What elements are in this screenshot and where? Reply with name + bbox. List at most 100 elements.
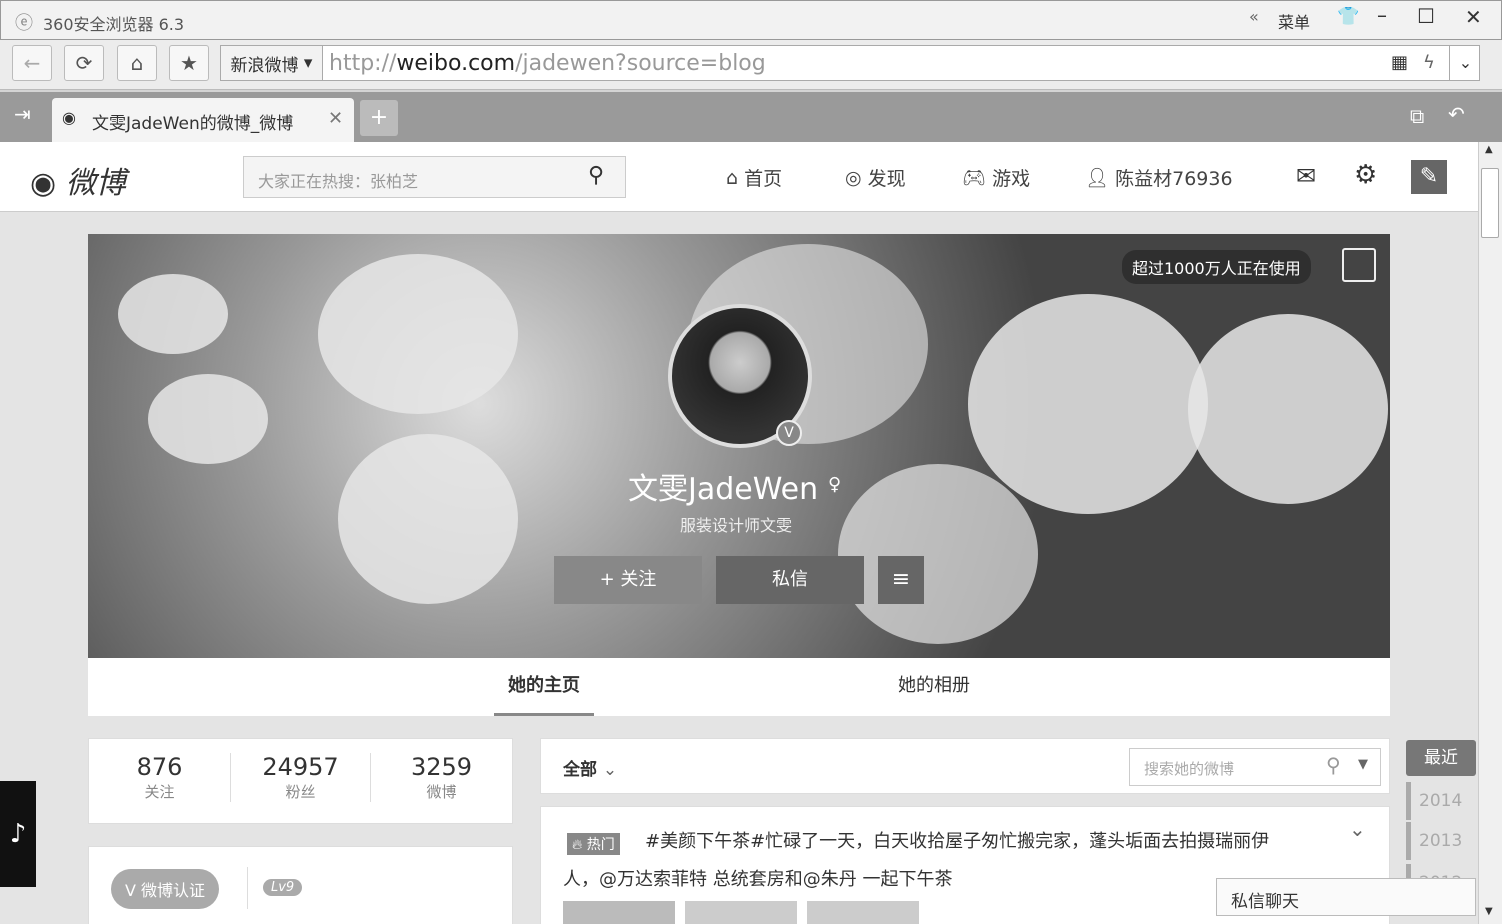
url-prefix: http:// [329,50,397,76]
nav-label: 陈益材76936 [1115,168,1233,190]
url-text[interactable]: http://weibo.com/jadewen?source=blog [329,51,766,76]
window-title: 360安全浏览器 6.3 [43,15,185,34]
follow-button[interactable]: + 关注 [554,556,702,604]
stat-label: 关注 [144,783,175,801]
profile-tabs: 她的主页 她的相册 [88,658,1390,716]
tab-album[interactable]: 她的相册 [884,658,984,716]
search-engine-select[interactable]: 新浪微博 ▾ [221,46,323,80]
compose-icon[interactable]: ✎ [1411,160,1447,194]
home-button[interactable]: ⌂ [117,45,157,81]
favorite-button[interactable]: ★ [169,45,209,81]
home-icon: ⌂ [726,166,739,189]
menu-button[interactable]: 菜单 [1278,9,1310,33]
timeline-year[interactable]: 2014 [1406,782,1476,820]
nav-label: 游戏 [992,168,1031,190]
logo-text: 微博 [65,166,126,201]
web-page: ◉ 微博 大家正在热搜：张柏芝 ⚲ ⌂ 首页 ◎ 发现 🎮︎ 游戏 👤︎ 陈益材7693… [0,142,1478,924]
nav-user[interactable]: 👤︎ 陈益材76936 [1085,164,1233,191]
hot-tag-label: 热门 [586,837,615,853]
scroll-up-icon[interactable]: ▲ [1485,144,1493,155]
scroll-down-icon[interactable]: ▼ [1485,906,1493,917]
back-button[interactable]: ← [12,45,52,81]
feed-filter-bar: 全部 ⌄ 搜索她的微博 ⚲ ▼ [540,738,1390,794]
message-button[interactable]: 私信 [716,556,864,604]
nav-home[interactable]: ⌂ 首页 [726,164,782,191]
stat-fans[interactable]: 24957 粉丝 [230,753,371,802]
tab-title: 文雯JadeWen的微博_微博 [92,114,294,134]
timeline-recent[interactable]: 最近 [1406,740,1476,776]
stat-value: 24957 [262,753,339,781]
search-icon[interactable]: ⚲ [588,163,604,188]
tab-active[interactable]: ◉ 文雯JadeWen的微博_微博 ✕ [52,98,354,142]
stat-posts[interactable]: 3259 微博 [371,753,512,802]
weibo-logo[interactable]: ◉ 微博 [30,158,126,202]
chevron-down-icon: ⌄ [602,760,618,780]
weibo-header: ◉ 微博 大家正在热搜：张柏芝 ⚲ ⌂ 首页 ◎ 发现 🎮︎ 游戏 👤︎ 陈益材7693… [0,142,1478,212]
cover-image: 超过1000万人正在使用 V 文雯JadeWen ♀ 服装设计师文雯 + 关注 … [88,234,1390,658]
post-text-line1: #美颜下午茶#忙碌了一天，白天收拾屋子匆忙搬完家，蓬头垢面去拍摄瑞丽伊 [645,831,1270,852]
post-image[interactable] [563,901,675,924]
toolbar: ← ⟳ ⌂ ★ 新浪微博 ▾ http://weibo.com/jadewen?… [0,40,1502,90]
refresh-button[interactable]: ⟳ [64,45,104,81]
profile-name: 文雯JadeWen [628,472,819,507]
stat-label: 微博 [426,783,457,801]
title-bar: ⓔ 360安全浏览器 6.3 « 菜单 👕 – ☐ ✕ [0,0,1502,40]
tab-home[interactable]: 她的主页 [494,658,594,716]
qrcode-icon[interactable]: ▦ [1391,52,1408,73]
dropdown-icon[interactable]: ⌄ [1449,46,1481,80]
scrollbar[interactable]: ▲ ▼ [1478,142,1502,924]
browser-logo-icon: ⓔ [15,13,33,34]
timeline-year[interactable]: 2013 [1406,822,1476,860]
nav-games[interactable]: 🎮︎ 游戏 [962,164,1030,191]
search-placeholder: 大家正在热搜：张柏芝 [258,172,419,191]
address-bar[interactable]: 新浪微博 ▾ http://weibo.com/jadewen?source=b… [220,45,1480,81]
weibo-favicon-icon: ◉ [62,108,76,127]
mail-icon[interactable]: ✉ [1296,162,1316,190]
level-badge[interactable]: Lv9 [263,879,303,896]
search-icon[interactable]: ⚲ [1326,753,1341,777]
filter-dropdown[interactable]: 全部 ⌄ [563,755,617,780]
stat-label: 粉丝 [285,783,316,801]
filter-label: 全部 [563,760,597,780]
nav-discover[interactable]: ◎ 发现 [845,164,906,191]
profile-bio: 服装设计师文雯 [680,516,793,535]
verified-icon: V [776,420,802,446]
search-engine-label: 新浪微博 [230,55,299,76]
verify-card: V 微博认证 Lv9 [88,846,513,924]
change-cover-icon[interactable] [1342,248,1376,282]
post-image[interactable] [685,901,797,924]
close-button[interactable]: ✕ [1465,5,1482,29]
weibo-search-input[interactable]: 大家正在热搜：张柏芝 ⚲ [243,156,626,198]
nav-label: 发现 [867,168,906,190]
hot-tag: 🔥︎ 热门 [567,833,620,855]
stat-following[interactable]: 876 关注 [89,753,230,802]
feed-search-placeholder: 搜索她的微博 [1144,760,1235,778]
usage-badge[interactable]: 超过1000万人正在使用 [1122,250,1311,284]
private-chat-button[interactable]: 私信聊天 [1216,878,1476,916]
feed-search-input[interactable]: 搜索她的微博 ⚲ ▼ [1129,748,1381,786]
gear-icon[interactable]: ⚙ [1354,160,1377,190]
url-domain: weibo.com [396,50,516,76]
new-tab-button[interactable]: + [360,100,398,136]
stat-value: 876 [136,753,183,781]
flash-icon[interactable]: ϟ [1423,52,1435,73]
undo-close-icon[interactable]: ↶ [1448,102,1465,126]
post-image[interactable] [807,901,919,924]
user-icon: 👤︎ [1085,167,1110,189]
post-menu-chevron-icon[interactable]: ⌄ [1349,817,1366,841]
caret-down-icon[interactable]: ▼ [1358,757,1368,772]
sidebar-toggle-icon[interactable]: ⇥ [14,102,31,126]
minimize-button[interactable]: – [1377,3,1387,27]
stats-card: 876 关注 24957 粉丝 3259 微博 [88,738,513,824]
collapse-icon[interactable]: « [1249,7,1259,26]
more-menu-icon[interactable]: ≡ [878,556,924,604]
stat-value: 3259 [410,753,473,781]
verify-badge[interactable]: V 微博认证 [111,869,220,909]
restore-tabs-icon[interactable]: ⧉ [1410,104,1424,128]
music-player-icon[interactable]: ♪ [0,781,36,887]
skin-icon[interactable]: 👕 [1337,6,1359,27]
tab-close-icon[interactable]: ✕ [328,108,343,129]
maximize-button[interactable]: ☐ [1417,4,1435,28]
scroll-thumb[interactable] [1481,168,1499,238]
gamepad-icon: 🎮︎ [962,167,987,189]
